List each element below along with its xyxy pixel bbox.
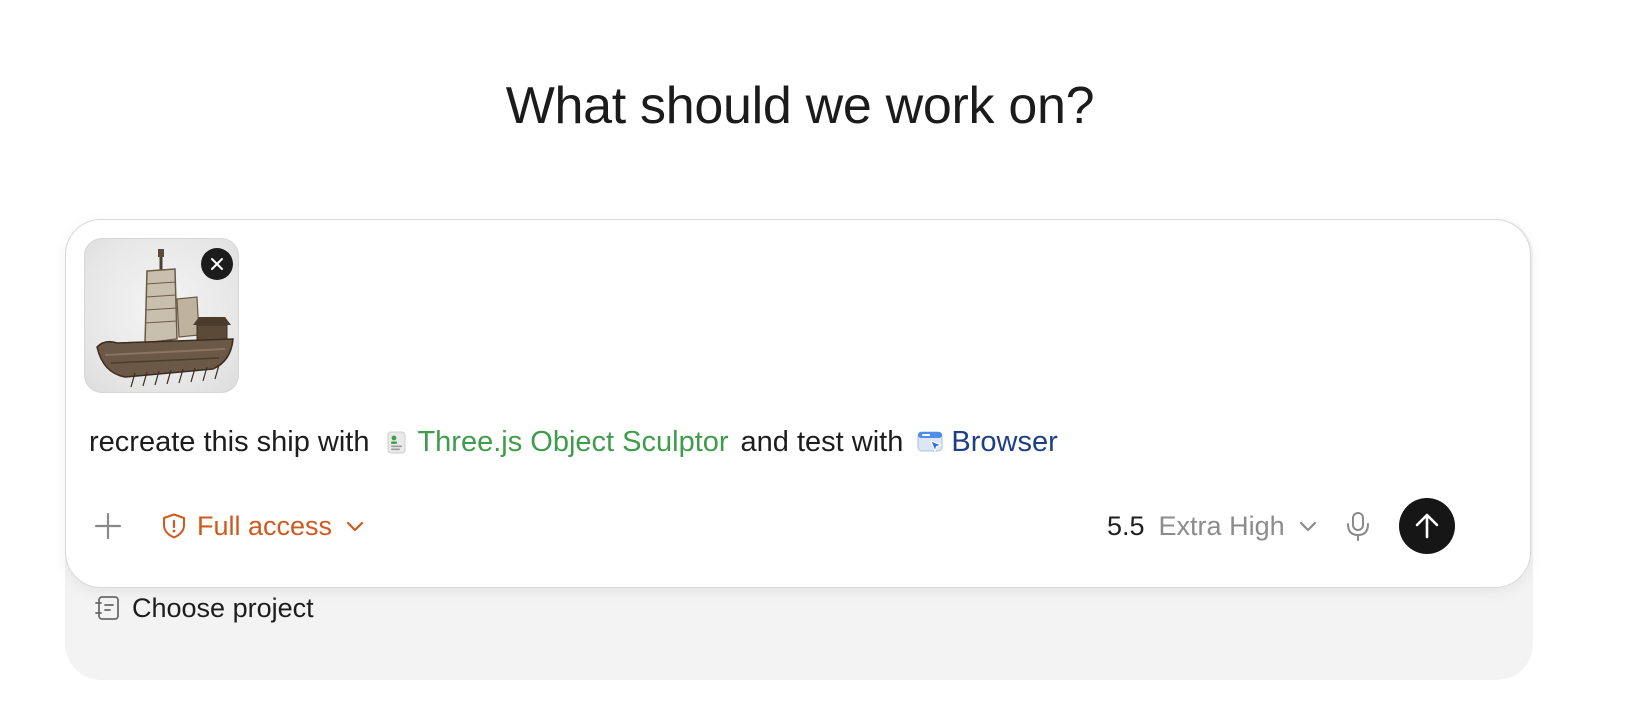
- remove-attachment-button[interactable]: [201, 248, 233, 280]
- composer-toolbar: Full access 5.5 Extra High: [66, 498, 1530, 554]
- prompt-text-before: recreate this ship with: [89, 426, 370, 458]
- access-mode-dropdown[interactable]: Full access: [160, 508, 366, 544]
- close-icon: [211, 258, 223, 270]
- project-label: Choose project: [132, 592, 314, 623]
- project-notebook-icon: [95, 596, 119, 620]
- reasoning-level: Extra High: [1158, 510, 1285, 541]
- prompt-composer[interactable]: recreate this ship with Three.js Object …: [65, 219, 1531, 588]
- chevron-down-icon: [346, 521, 364, 532]
- new-task-page: What should we work on? recreate this sh…: [0, 0, 1626, 710]
- choose-project-button[interactable]: Choose project: [95, 590, 314, 626]
- browser-chip[interactable]: Browser: [917, 424, 1058, 460]
- chevron-down-icon: [1299, 521, 1316, 532]
- skill-document-icon: [387, 431, 406, 454]
- skill-chip-label: Three.js Object Sculptor: [417, 426, 729, 458]
- browser-icon: [917, 431, 943, 453]
- model-version: 5.5: [1107, 510, 1145, 541]
- prompt-text-middle: and test with: [740, 426, 904, 458]
- skill-chip[interactable]: Three.js Object Sculptor: [383, 424, 729, 460]
- model-selector[interactable]: 5.5 Extra High: [1107, 508, 1319, 544]
- add-attachment-button[interactable]: [92, 510, 124, 542]
- arrow-up-icon: [1415, 513, 1439, 539]
- shield-alert-icon: [163, 513, 185, 539]
- page-title: What should we work on?: [505, 77, 1095, 135]
- access-mode-label: Full access: [197, 510, 333, 541]
- browser-chip-label: Browser: [951, 426, 1058, 458]
- microphone-button[interactable]: [1343, 510, 1373, 542]
- send-button[interactable]: [1399, 498, 1455, 554]
- prompt-input[interactable]: recreate this ship with Three.js Object …: [89, 424, 1070, 460]
